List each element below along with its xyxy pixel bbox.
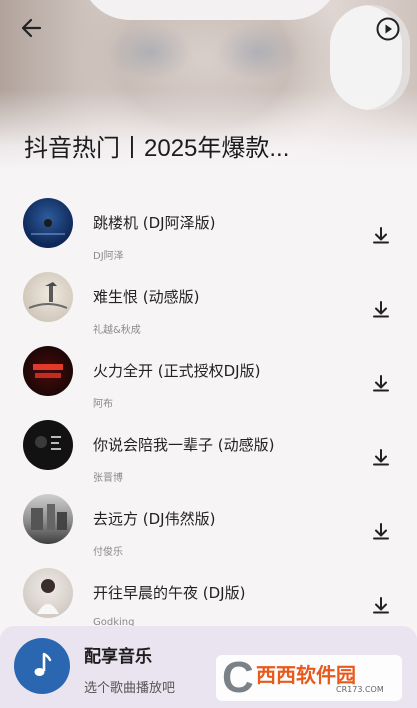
download-icon <box>373 523 389 540</box>
song-cover <box>23 494 73 544</box>
watermark-sub-text: CR173.COM <box>336 685 384 694</box>
site-watermark: C 西西软件园 CR173.COM <box>216 655 402 701</box>
song-title: 难生恨 (动感版) <box>93 288 200 306</box>
song-title: 去远方 (DJ伟然版) <box>93 510 216 528</box>
song-title: 跳楼机 (DJ阿泽版) <box>93 214 216 232</box>
banner-hat <box>80 0 340 20</box>
song-artist: 礼越&秋成 <box>93 325 141 336</box>
song-title: 火力全开 (正式授权DJ版) <box>93 362 261 380</box>
cover-art <box>37 579 59 614</box>
download-button[interactable] <box>370 373 392 395</box>
song-cover <box>23 272 73 322</box>
arrow-left-icon <box>21 18 42 38</box>
download-icon <box>373 375 389 392</box>
download-button[interactable] <box>370 595 392 617</box>
player-title: 配享音乐 <box>84 647 152 667</box>
download-icon <box>373 449 389 466</box>
play-circle-icon <box>376 17 400 41</box>
cover-art <box>28 282 68 309</box>
download-icon <box>373 597 389 614</box>
watermark-main-text: 西西软件园 <box>256 663 356 687</box>
player-cover[interactable] <box>14 638 70 694</box>
watermark-logo-icon: C <box>222 653 254 702</box>
song-title: 你说会陪我一辈子 (动感版) <box>93 436 275 454</box>
song-cover <box>23 568 73 618</box>
cover-art <box>31 219 65 235</box>
song-row[interactable]: 你说会陪我一辈子 (动感版) 张晋博 <box>0 420 417 494</box>
song-artist: DJ阿泽 <box>93 251 124 262</box>
download-button[interactable] <box>370 225 392 247</box>
play-all-button[interactable] <box>375 16 401 42</box>
playlist-title: 抖音热门丨2025年爆款... <box>24 135 290 162</box>
download-button[interactable] <box>370 521 392 543</box>
music-note-icon <box>34 652 52 676</box>
download-icon <box>373 301 389 318</box>
cover-art <box>33 364 63 378</box>
song-artist: 阿布 <box>93 399 113 410</box>
song-cover <box>23 198 73 248</box>
player-subtitle: 选个歌曲播放吧 <box>84 681 176 696</box>
song-artist: 付俊乐 <box>93 547 123 558</box>
download-icon <box>373 227 389 244</box>
song-cover <box>23 420 73 470</box>
cover-art <box>35 436 61 450</box>
cover-art <box>31 504 67 530</box>
song-row[interactable]: 去远方 (DJ伟然版) 付俊乐 <box>0 494 417 568</box>
back-button[interactable] <box>18 14 48 42</box>
song-row[interactable]: 跳楼机 (DJ阿泽版) DJ阿泽 <box>0 198 417 272</box>
song-artist: 张晋博 <box>93 473 123 484</box>
download-button[interactable] <box>370 447 392 469</box>
song-cover <box>23 346 73 396</box>
download-button[interactable] <box>370 299 392 321</box>
song-title: 开往早晨的午夜 (DJ版) <box>93 584 246 602</box>
song-row[interactable]: 难生恨 (动感版) 礼越&秋成 <box>0 272 417 346</box>
song-row[interactable]: 火力全开 (正式授权DJ版) 阿布 <box>0 346 417 420</box>
